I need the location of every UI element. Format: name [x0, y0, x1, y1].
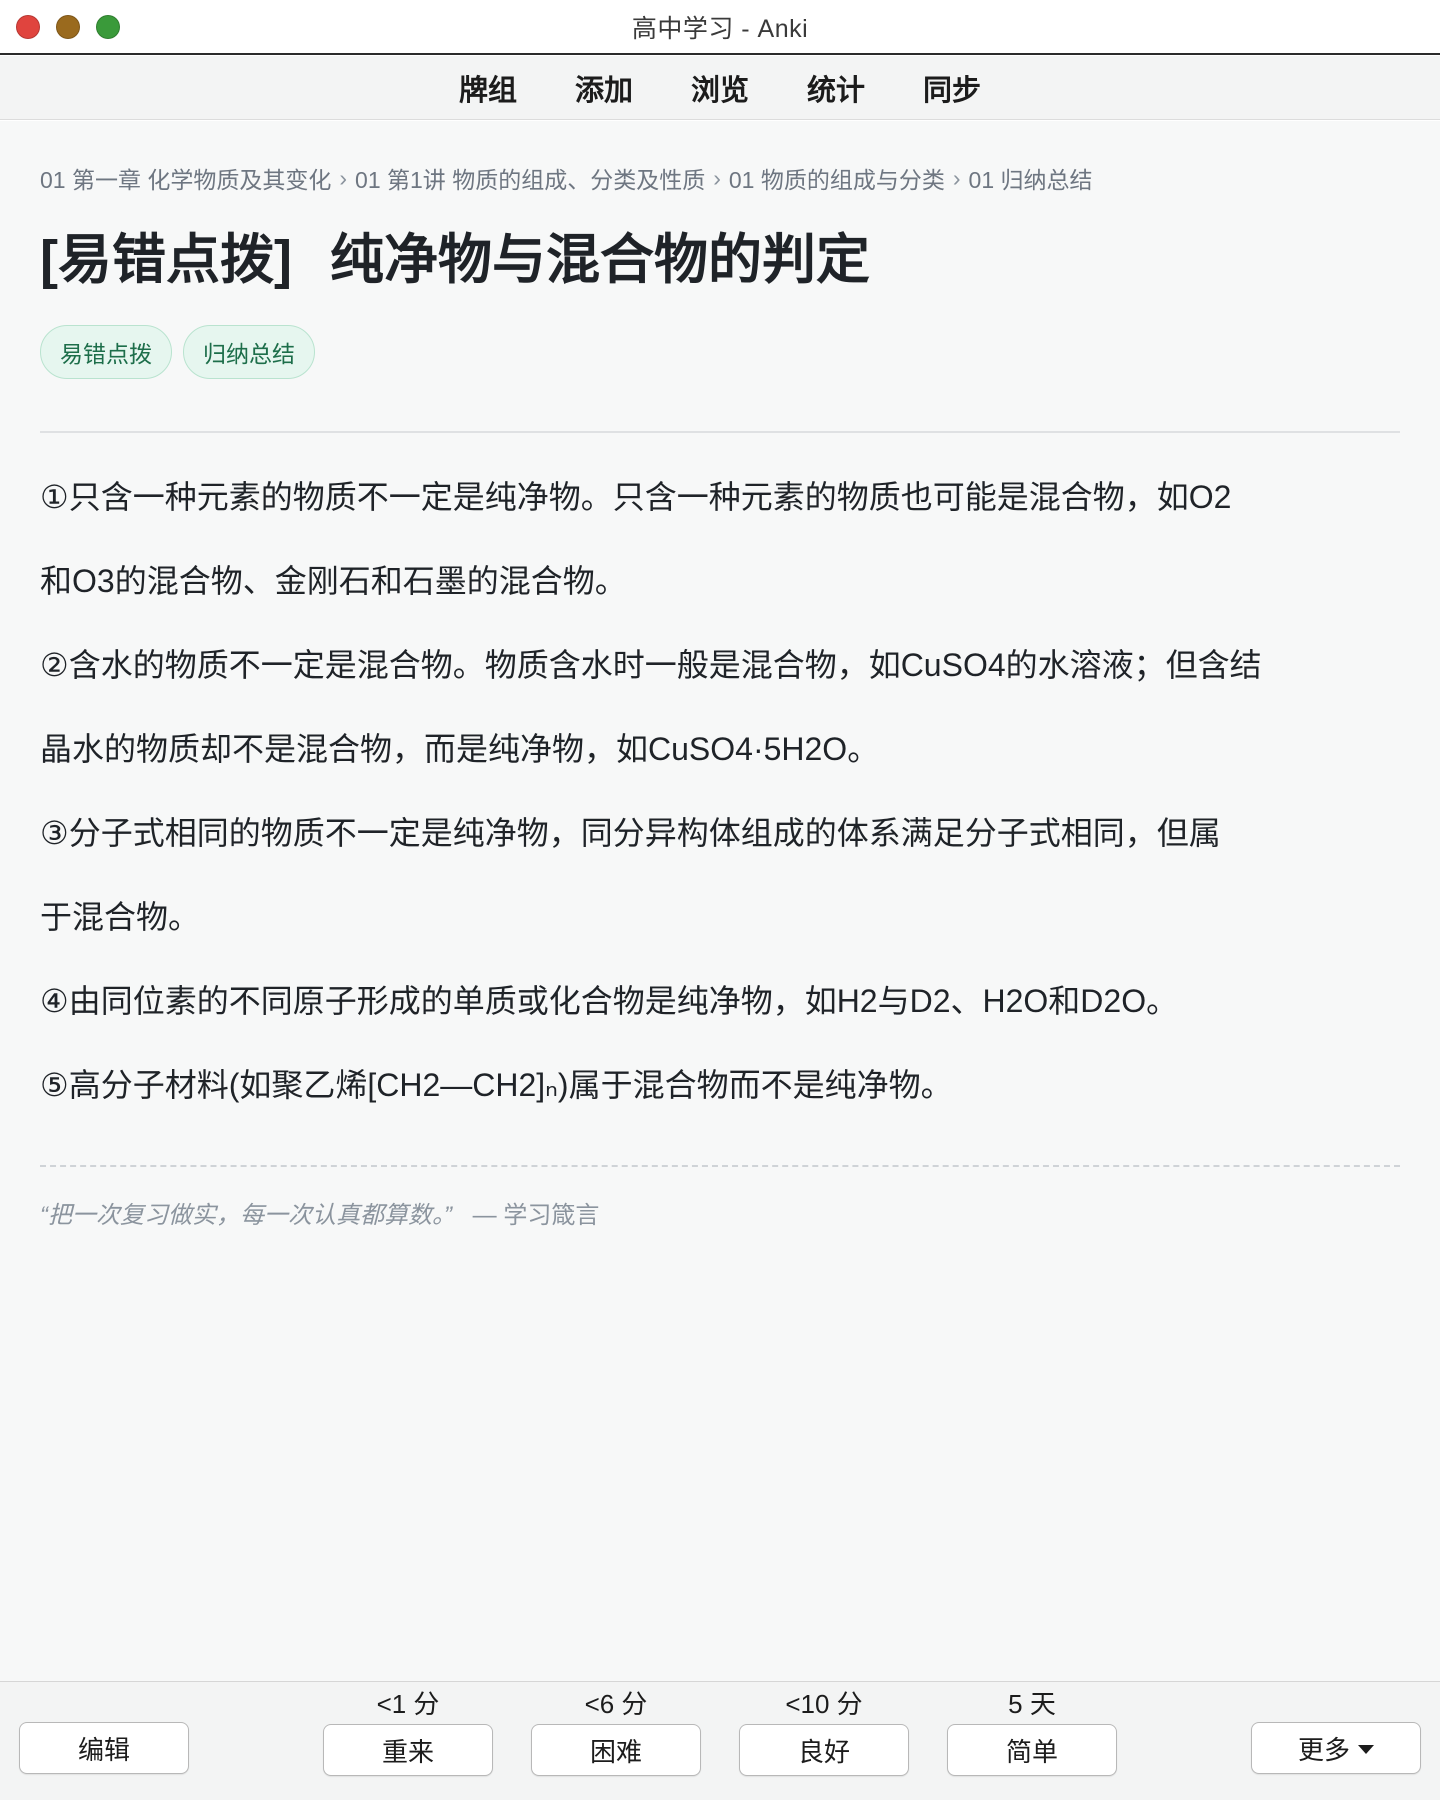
dashed-divider	[40, 1165, 1400, 1168]
zoom-window-button[interactable]	[96, 15, 120, 39]
breadcrumb: 01 第一章 化学物质及其变化 › 01 第1讲 物质的组成、分类及性质 › 0…	[40, 161, 1400, 195]
toolbar-add[interactable]: 添加	[575, 67, 633, 109]
tag-list: 易错点拨 归纳总结	[40, 325, 1400, 380]
minimize-window-button[interactable]	[56, 15, 80, 39]
card-body: ①只含一种元素的物质不一定是纯净物。只含一种元素的物质也可能是混合物，如O2 和…	[40, 455, 1400, 1127]
breadcrumb-item: 01 第1讲 物质的组成、分类及性质	[355, 167, 706, 193]
breadcrumb-separator: ›	[713, 164, 721, 191]
body-line: 和O3的混合物、金刚石和石墨的混合物。	[40, 563, 627, 600]
interval-label: <1 分	[376, 1689, 440, 1719]
card-title: [易错点拨] 纯净物与混合物的判定	[40, 229, 1400, 291]
main-toolbar: 牌组 添加 浏览 统计 同步	[0, 56, 1440, 120]
window-controls	[16, 15, 120, 39]
caret-down-icon	[1358, 1745, 1374, 1754]
card-title-prefix: [易错点拨]	[40, 230, 292, 290]
breadcrumb-item: 01 归纳总结	[968, 167, 1093, 193]
more-button[interactable]: 更多	[1251, 1722, 1421, 1774]
answer-again: <1 分 重来	[323, 1682, 493, 1776]
good-button[interactable]: 良好	[739, 1724, 909, 1776]
toolbar-stats[interactable]: 统计	[807, 67, 865, 109]
body-line: 于混合物。	[40, 899, 201, 936]
interval-label: 5 天	[1008, 1689, 1056, 1719]
hard-button[interactable]: 困难	[531, 1724, 701, 1776]
answer-bar: 编辑 <1 分 重来 <6 分 困难 <10 分 良好 5 天 简单 更多	[0, 1681, 1440, 1800]
toolbar-decks[interactable]: 牌组	[459, 67, 517, 109]
divider	[40, 431, 1400, 434]
body-line: ③分子式相同的物质不一定是纯净物，同分异构体组成的体系满足分子式相同，但属	[40, 815, 1221, 852]
body-line: 晶水的物质却不是混合物，而是纯净物，如CuSO4·5H2O。	[40, 731, 880, 768]
body-line: ④由同位素的不同原子形成的单质或化合物是纯净物，如H2与D2、H2O和D2O。	[40, 983, 1179, 1020]
answer-hard: <6 分 困难	[531, 1682, 701, 1776]
tag-chip[interactable]: 归纳总结	[183, 325, 315, 380]
quote: “把一次复习做实，每一次认真都算数。” — 学习箴言	[40, 1195, 1400, 1230]
breadcrumb-item: 01 第一章 化学物质及其变化	[40, 167, 332, 193]
quote-text: “把一次复习做实，每一次认真都算数。”	[40, 1202, 452, 1230]
tag-chip[interactable]: 易错点拨	[40, 325, 172, 380]
again-button[interactable]: 重来	[323, 1724, 493, 1776]
toolbar-browse[interactable]: 浏览	[691, 67, 749, 109]
close-window-button[interactable]	[16, 15, 40, 39]
breadcrumb-separator: ›	[952, 164, 961, 191]
answer-good: <10 分 良好	[739, 1682, 909, 1776]
body-line: ②含水的物质不一定是混合物。物质含水时一般是混合物，如CuSO4的水溶液；但含结	[40, 647, 1262, 684]
title-bar: 高中学习 - Anki	[0, 0, 1440, 55]
breadcrumb-item: 01 物质的组成与分类	[728, 167, 945, 193]
interval-label: <6 分	[584, 1689, 648, 1719]
body-line: ①只含一种元素的物质不一定是纯净物。只含一种元素的物质也可能是混合物，如O2	[40, 479, 1232, 516]
interval-label: <10 分	[785, 1689, 863, 1719]
easy-button[interactable]: 简单	[947, 1724, 1117, 1776]
card-review-area: 01 第一章 化学物质及其变化 › 01 第1讲 物质的组成、分类及性质 › 0…	[0, 121, 1440, 1681]
card-title-main: 纯净物与混合物的判定	[329, 230, 870, 290]
window-title: 高中学习 - Anki	[631, 14, 809, 43]
quote-source: — 学习箴言	[472, 1202, 600, 1230]
more-label: 更多	[1297, 1734, 1350, 1765]
edit-button[interactable]: 编辑	[19, 1722, 189, 1774]
toolbar-sync[interactable]: 同步	[923, 67, 981, 109]
breadcrumb-separator: ›	[339, 164, 348, 191]
answer-easy: 5 天 简单	[947, 1682, 1117, 1776]
body-line: ⑤高分子材料(如聚乙烯[CH2—CH2]ₙ)属于混合物而不是纯净物。	[40, 1067, 953, 1104]
